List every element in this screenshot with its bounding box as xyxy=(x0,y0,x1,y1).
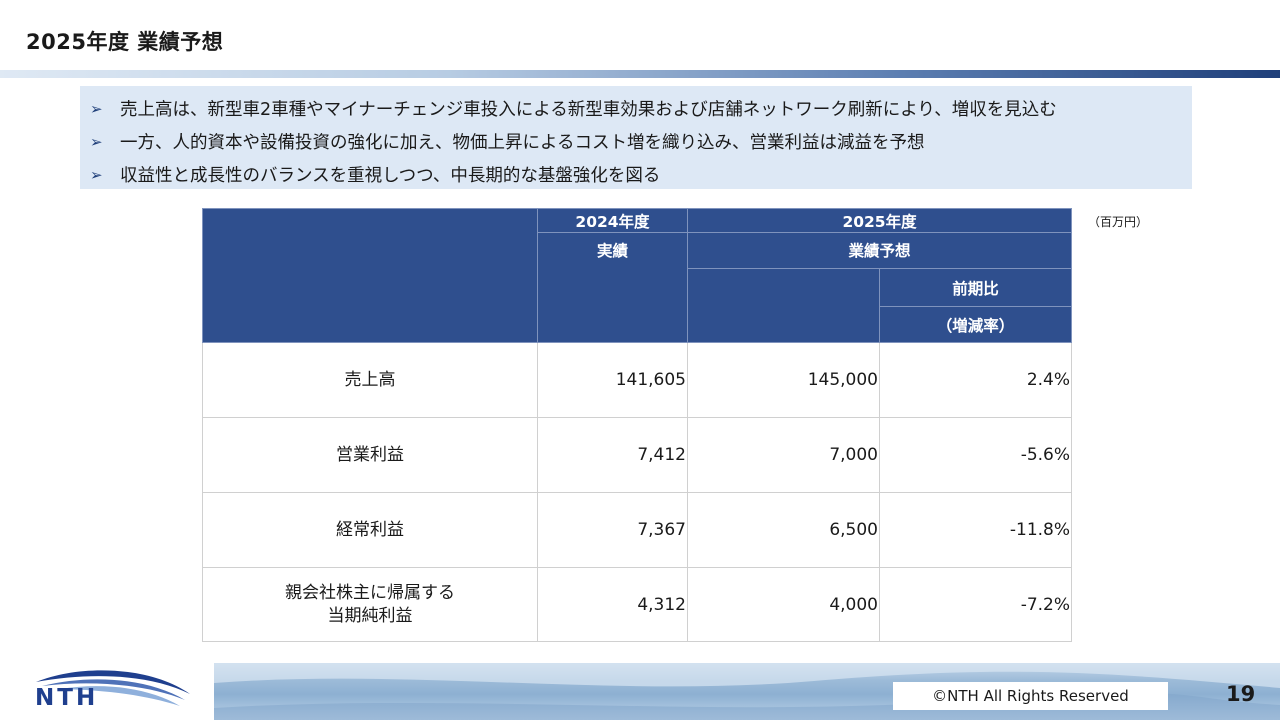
cell-yoy: -11.8% xyxy=(878,492,1073,568)
bullet-item: ➢ 収益性と成長性のバランスを重視しつつ、中長期的な基盤強化を図る xyxy=(90,158,1192,191)
table-row: 経常利益 7,367 6,500 -11.8% xyxy=(202,492,1073,568)
bullet-text: 売上高は、新型車2車種やマイナーチェンジ車投入による新型車効果および店舗ネットワ… xyxy=(120,100,1057,120)
forecast-table: 2024年度 2025年度 実績 業績予想 前期比 （増減率） 売上高 141,… xyxy=(202,208,1073,642)
cell-yoy: -5.6% xyxy=(878,417,1073,493)
summary-bullet-box: ➢ 売上高は、新型車2車種やマイナーチェンジ車投入による新型車効果および店舗ネッ… xyxy=(80,86,1192,189)
bullet-item: ➢ 売上高は、新型車2車種やマイナーチェンジ車投入による新型車効果および店舗ネッ… xyxy=(90,92,1192,125)
header-yoy-sub: （増減率） xyxy=(878,306,1073,343)
page-number: 19 xyxy=(1226,682,1256,706)
cell-forecast: 145,000 xyxy=(687,342,880,418)
cell-forecast: 4,000 xyxy=(687,567,880,642)
table-row: 売上高 141,605 145,000 2.4% xyxy=(202,342,1073,418)
cell-yoy: 2.4% xyxy=(878,342,1073,418)
cell-actual: 141,605 xyxy=(537,342,688,418)
table-row: 営業利益 7,412 7,000 -5.6% xyxy=(202,417,1073,493)
header-yoy: 前期比 xyxy=(878,268,1073,307)
arrow-bullet-icon: ➢ xyxy=(90,132,103,151)
unit-label: （百万円） xyxy=(1088,215,1149,229)
header-blank-cell xyxy=(202,208,538,343)
bullet-text: 一方、人的資本や設備投資の強化に加え、物価上昇によるコスト増を織り込み、営業利益… xyxy=(120,133,925,153)
header-fy2024: 2024年度 xyxy=(537,208,688,233)
header-forecast: 業績予想 xyxy=(686,232,1073,269)
row-label: 営業利益 xyxy=(202,417,538,493)
cell-yoy: -7.2% xyxy=(878,567,1073,642)
cell-actual: 7,367 xyxy=(537,492,688,568)
copyright-notice: ©NTH All Rights Reserved xyxy=(893,682,1168,710)
bullet-text: 収益性と成長性のバランスを重視しつつ、中長期的な基盤強化を図る xyxy=(120,166,661,186)
table-row: 親会社株主に帰属する 当期純利益 4,312 4,000 -7.2% xyxy=(202,567,1073,642)
page-title: 2025年度 業績予想 xyxy=(26,30,224,54)
cell-actual: 4,312 xyxy=(537,567,688,642)
arrow-bullet-icon: ➢ xyxy=(90,165,103,184)
bullet-item: ➢ 一方、人的資本や設備投資の強化に加え、物価上昇によるコスト増を織り込み、営業… xyxy=(90,125,1192,158)
header-forecast-blank xyxy=(687,268,880,343)
row-label: 経常利益 xyxy=(202,492,538,568)
cell-forecast: 6,500 xyxy=(687,492,880,568)
cell-actual: 7,412 xyxy=(537,417,688,493)
nth-logo-text: NTH xyxy=(35,685,99,711)
header-actual: 実績 xyxy=(537,232,688,343)
header-fy2025: 2025年度 xyxy=(686,208,1073,233)
row-label: 売上高 xyxy=(202,342,538,418)
cell-forecast: 7,000 xyxy=(687,417,880,493)
row-label: 親会社株主に帰属する 当期純利益 xyxy=(202,567,538,642)
arrow-bullet-icon: ➢ xyxy=(90,99,103,118)
title-underline-bar xyxy=(0,70,1280,78)
